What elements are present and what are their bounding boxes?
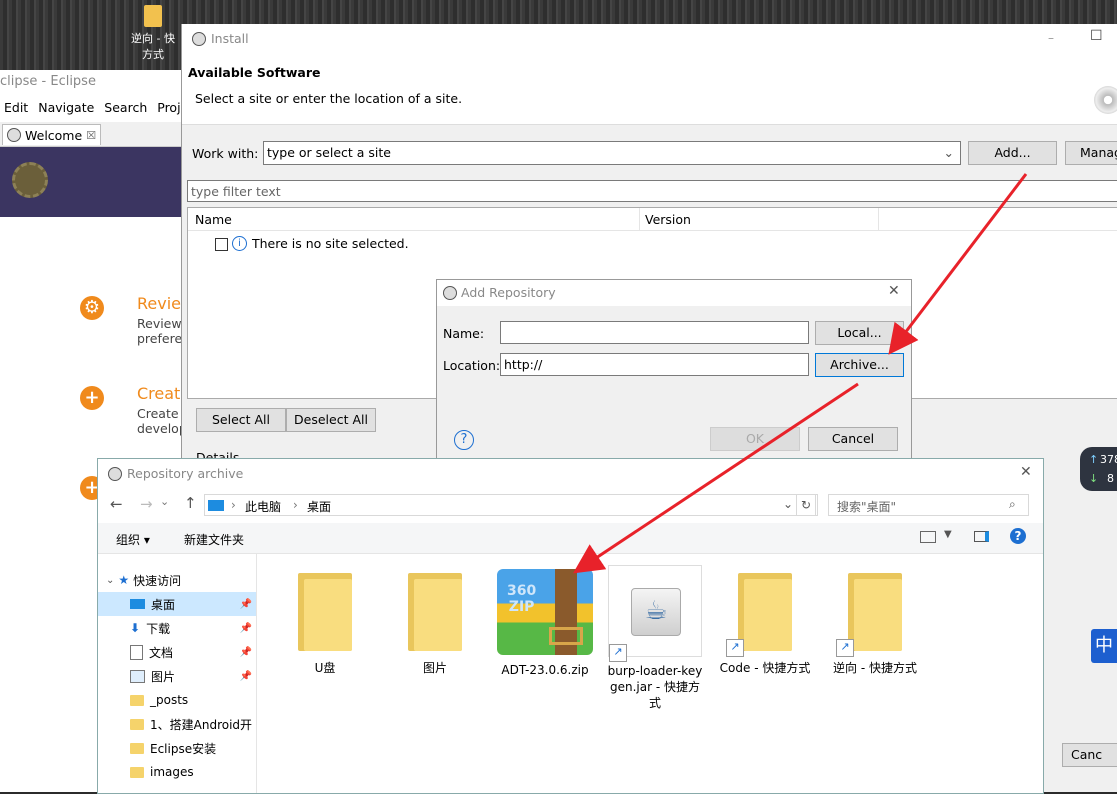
arrow-to-zip-file (573, 382, 859, 574)
annotation-arrows (573, 173, 1028, 574)
arrow-to-archive-button (888, 173, 1028, 355)
